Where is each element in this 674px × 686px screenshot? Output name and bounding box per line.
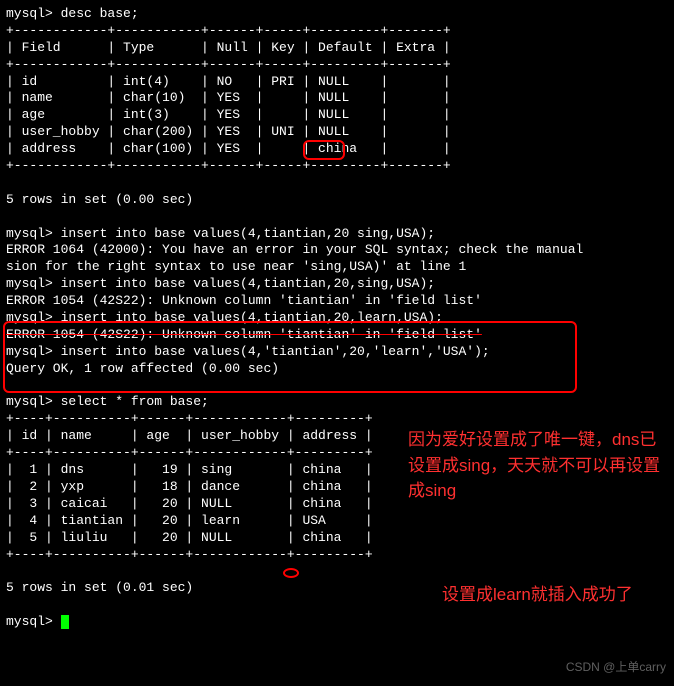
table-border: +----+----------+------+------------+---… bbox=[6, 411, 668, 428]
mysql-prompt-insert[interactable]: mysql> insert into base values(4,tiantia… bbox=[6, 226, 668, 243]
mysql-prompt-insert[interactable]: mysql> insert into base values(4,'tianti… bbox=[6, 344, 668, 361]
mysql-prompt-insert[interactable]: mysql> insert into base values(4,tiantia… bbox=[6, 276, 668, 293]
watermark-text: CSDN @上单carry bbox=[566, 660, 666, 676]
terminal-output: mysql> desc base; +------------+--------… bbox=[6, 6, 668, 631]
table-border: +------------+-----------+------+-----+-… bbox=[6, 57, 668, 74]
table-row: | 4 | tiantian | 20 | learn | USA | bbox=[6, 513, 668, 530]
annotation-text: 设置成learn就插入成功了 bbox=[442, 582, 662, 608]
table-border: +------------+-----------+------+-----+-… bbox=[6, 23, 668, 40]
table-row: | name | char(10) | YES | | NULL | | bbox=[6, 90, 668, 107]
table-row: | age | int(3) | YES | | NULL | | bbox=[6, 107, 668, 124]
annotation-text: 因为爱好设置成了唯一键，dns已设置成sing，天天就不可以再设置成sing bbox=[408, 427, 668, 504]
error-text: ERROR 1054 (42S22): Unknown column 'tian… bbox=[6, 293, 668, 310]
mysql-prompt-insert[interactable]: mysql> insert into base values(4,tiantia… bbox=[6, 310, 668, 327]
table-border: +------------+-----------+------+-----+-… bbox=[6, 158, 668, 175]
mysql-prompt[interactable]: mysql> bbox=[6, 614, 668, 631]
mysql-prompt-select[interactable]: mysql> select * from base; bbox=[6, 394, 668, 411]
table-row: | id | int(4) | NO | PRI | NULL | | bbox=[6, 74, 668, 91]
table-header: | Field | Type | Null | Key | Default | … bbox=[6, 40, 668, 57]
error-text: sion for the right syntax to use near 's… bbox=[6, 259, 668, 276]
mysql-prompt-desc[interactable]: mysql> desc base; bbox=[6, 6, 668, 23]
error-text-struck: ERROR 1054 (42S22): Unknown column 'tian… bbox=[6, 327, 668, 344]
error-text: ERROR 1064 (42000): You have an error in… bbox=[6, 242, 668, 259]
table-row: | 5 | liuliu | 20 | NULL | china | bbox=[6, 530, 668, 547]
summary-text: 5 rows in set (0.00 sec) bbox=[6, 192, 668, 209]
table-row: | address | char(100) | YES | | china | … bbox=[6, 141, 668, 158]
table-row: | user_hobby | char(200) | YES | UNI | N… bbox=[6, 124, 668, 141]
cursor-icon bbox=[61, 615, 69, 629]
query-ok-text: Query OK, 1 row affected (0.00 sec) bbox=[6, 361, 668, 378]
table-border: +----+----------+------+------------+---… bbox=[6, 547, 668, 564]
